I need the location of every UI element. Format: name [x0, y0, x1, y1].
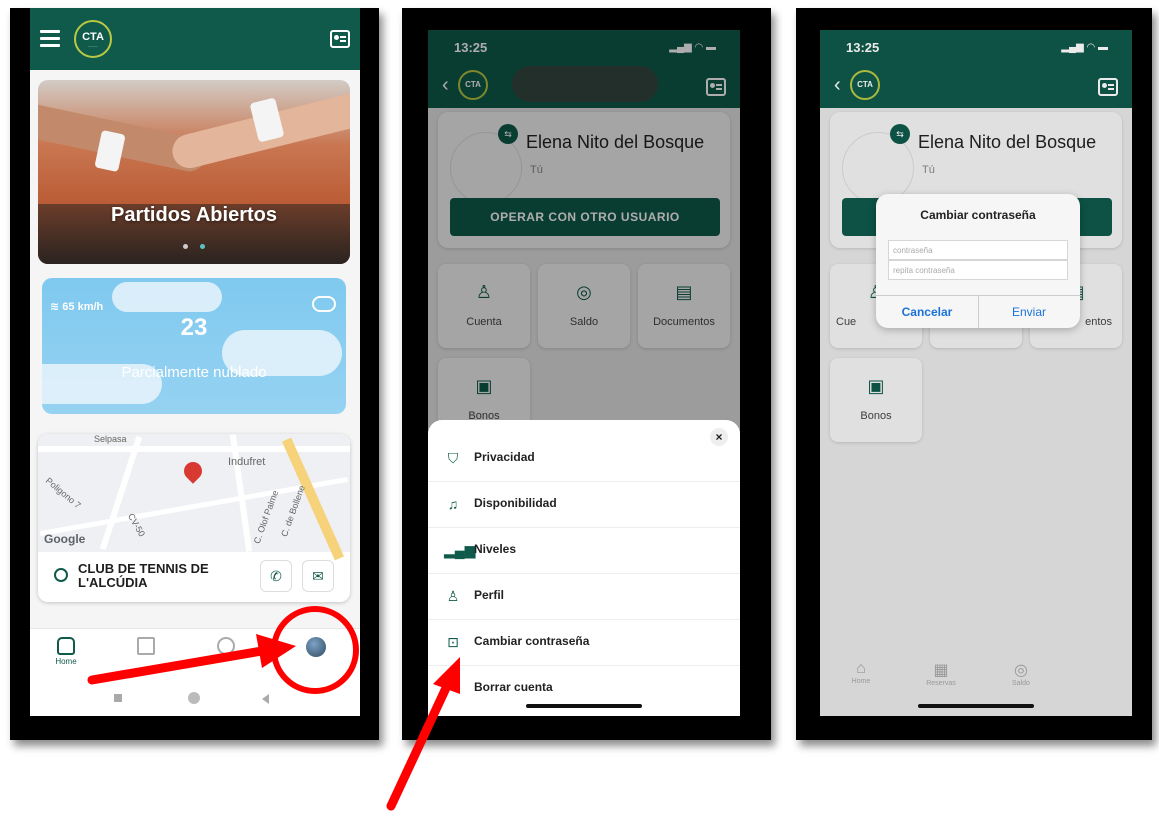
arrowhead-change-password	[433, 657, 460, 694]
arrow-to-avatar	[87, 646, 267, 685]
arrow-to-change-password	[386, 683, 451, 811]
annotation-layer	[87, 606, 460, 811]
